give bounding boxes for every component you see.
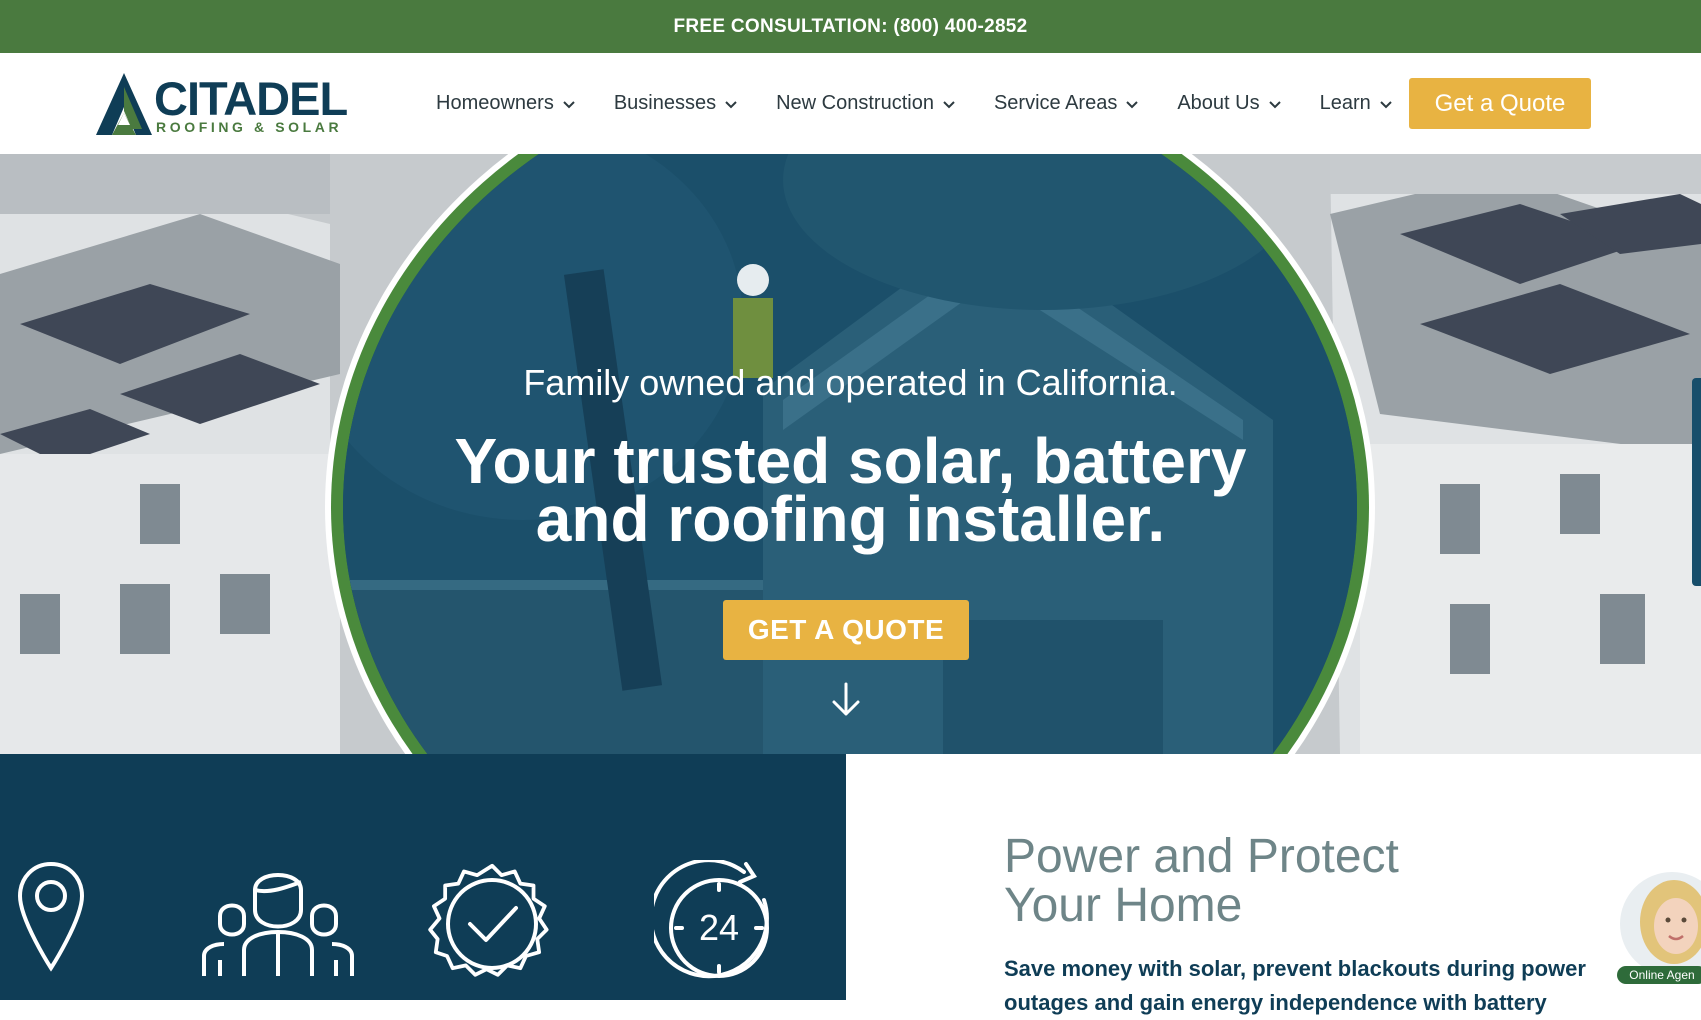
chevron-down-icon <box>1380 100 1392 108</box>
nav-service-areas[interactable]: Service Areas <box>994 92 1139 115</box>
chevron-down-icon <box>563 100 575 108</box>
chevron-down-icon <box>725 100 737 108</box>
site-header: CITADEL ROOFING & SOLAR Homeowners Busin… <box>0 53 1701 154</box>
chevron-down-icon <box>943 100 955 108</box>
nav-new-construction[interactable]: New Construction <box>776 92 956 115</box>
hero-get-quote-button[interactable]: GET A QUOTE <box>723 600 969 660</box>
team-icon <box>202 873 354 976</box>
features-band: 24 <box>0 754 846 1000</box>
online-agent-badge[interactable]: Online Agen <box>1617 966 1701 984</box>
nav-label: New Construction <box>776 92 934 114</box>
nav-businesses[interactable]: Businesses <box>614 92 738 115</box>
section-title-line: Power and Protect <box>1004 830 1399 883</box>
nav-label: Learn <box>1319 92 1371 114</box>
power-protect-section: Power and Protect Your Home Save money w… <box>846 754 1701 1015</box>
citadel-logo[interactable]: CITADEL ROOFING & SOLAR <box>96 71 356 141</box>
hero-subtitle: Family owned and operated in California. <box>523 362 1178 403</box>
hero-title-line: Your trusted solar, battery <box>454 425 1247 497</box>
nav-label: Service Areas <box>993 92 1118 114</box>
chevron-down-icon <box>1126 100 1139 108</box>
nav-label: Businesses <box>613 92 717 114</box>
clock-number: 24 <box>699 907 739 948</box>
chevron-down-icon <box>1268 100 1281 108</box>
nav-label: Homeowners <box>436 92 554 114</box>
nav-homeowners[interactable]: Homeowners <box>436 92 576 115</box>
consultation-text[interactable]: FREE CONSULTATION: (800) 400-2852 <box>673 16 1027 38</box>
consultation-bar[interactable]: FREE CONSULTATION: (800) 400-2852 <box>0 0 1701 53</box>
hero-title: Your trusted solar, battery and roofing … <box>0 425 1701 555</box>
section-description: Save money with solar, prevent blackouts… <box>1004 956 1586 1015</box>
nav-learn[interactable]: Learn <box>1320 92 1393 115</box>
arrow-down-icon[interactable] <box>830 680 862 720</box>
section-title: Power and Protect Your Home <box>1004 832 1399 930</box>
nav-label: About Us <box>1177 92 1260 114</box>
clock-24-icon: 24 <box>654 860 769 979</box>
certified-badge-icon <box>428 863 549 977</box>
logo-subtitle: ROOFING & SOLAR <box>156 119 343 135</box>
logo-mark-icon <box>96 73 152 135</box>
hero-section: Family owned and operated in California.… <box>0 154 1701 754</box>
section-title-line: Your Home <box>1004 879 1243 932</box>
nav-about-us[interactable]: About Us <box>1177 92 1281 115</box>
get-quote-button[interactable]: Get a Quote <box>1409 78 1591 129</box>
side-feedback-tab[interactable] <box>1692 378 1701 586</box>
main-nav: Homeowners Businesses New Construction S… <box>436 53 1431 154</box>
location-pin-icon <box>17 861 85 972</box>
hero-title-line: and roofing installer. <box>535 483 1166 555</box>
